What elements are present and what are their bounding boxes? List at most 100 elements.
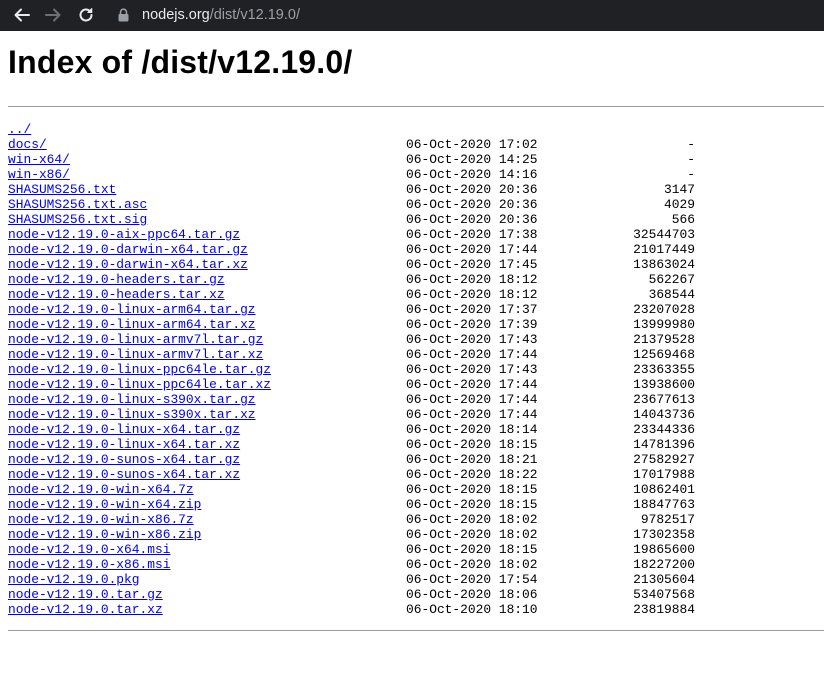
list-item: node-v12.19.0.tar.xz 06-Oct-2020 18:10 238…	[8, 602, 728, 617]
reload-icon[interactable]	[75, 4, 97, 26]
file-date: 06-Oct-2020 18:10	[406, 602, 538, 617]
browser-toolbar: nodejs.org/dist/v12.19.0/	[0, 0, 824, 31]
file-link[interactable]: node-v12.19.0-linux-arm64.tar.gz	[8, 302, 256, 317]
file-size: 368544	[648, 287, 695, 302]
file-size: 17302358	[633, 527, 695, 542]
file-link[interactable]: node-v12.19.0-win-x86.zip	[8, 527, 201, 542]
arrow-left-icon[interactable]	[11, 4, 33, 26]
file-link[interactable]: node-v12.19.0-linux-arm64.tar.xz	[8, 317, 256, 332]
file-date: 06-Oct-2020 18:12	[406, 287, 538, 302]
list-item: node-v12.19.0-aix-ppc64.tar.gz 06-Oct-202…	[8, 227, 728, 242]
file-size: 13999980	[633, 317, 695, 332]
file-size: -	[687, 137, 695, 152]
list-item: node-v12.19.0-darwin-x64.tar.xz 06-Oct-20…	[8, 257, 728, 272]
file-link[interactable]: node-v12.19.0.pkg	[8, 572, 140, 587]
file-date: 06-Oct-2020 17:44	[406, 347, 538, 362]
file-link[interactable]: node-v12.19.0-linux-s390x.tar.xz	[8, 407, 256, 422]
file-date: 06-Oct-2020 17:39	[406, 317, 538, 332]
file-link[interactable]: node-v12.19.0-linux-x64.tar.xz	[8, 437, 240, 452]
file-date: 06-Oct-2020 17:45	[406, 257, 538, 272]
file-size: 53407568	[633, 587, 695, 602]
file-link[interactable]: node-v12.19.0-sunos-x64.tar.gz	[8, 452, 240, 467]
lock-icon[interactable]	[118, 7, 132, 23]
file-link[interactable]: win-x86/	[8, 167, 70, 182]
file-size: 18227200	[633, 557, 695, 572]
file-link[interactable]: node-v12.19.0-linux-armv7l.tar.gz	[8, 332, 263, 347]
file-date: 06-Oct-2020 18:21	[406, 452, 538, 467]
file-size: 21305604	[633, 572, 695, 587]
file-size: 14781396	[633, 437, 695, 452]
file-link[interactable]: SHASUMS256.txt.asc	[8, 197, 147, 212]
file-link[interactable]: node-v12.19.0-linux-s390x.tar.gz	[8, 392, 256, 407]
list-item: node-v12.19.0-linux-armv7l.tar.gz 06-Oct-…	[8, 332, 728, 347]
list-item: node-v12.19.0-linux-arm64.tar.gz 06-Oct-2…	[8, 302, 728, 317]
list-item: node-v12.19.0-linux-s390x.tar.gz 06-Oct-2…	[8, 392, 728, 407]
file-date: 06-Oct-2020 20:36	[406, 197, 538, 212]
file-link[interactable]: node-v12.19.0.tar.xz	[8, 602, 163, 617]
list-item: docs/06-Oct-2020 17:02 -	[8, 137, 728, 152]
list-item: node-v12.19.0-sunos-x64.tar.gz 06-Oct-202…	[8, 452, 728, 467]
file-date: 06-Oct-2020 17:44	[406, 407, 538, 422]
list-item: node-v12.19.0-linux-ppc64le.tar.xz 06-Oct…	[8, 377, 728, 392]
divider-top	[8, 106, 824, 107]
file-size: 19865600	[633, 542, 695, 557]
file-size: 13863024	[633, 257, 695, 272]
list-item: SHASUMS256.txt 06-Oct-2020 20:36 3147	[8, 182, 728, 197]
url-host: nodejs.org	[142, 7, 210, 23]
list-item: node-v12.19.0-headers.tar.gz 06-Oct-2020 …	[8, 272, 728, 287]
file-link[interactable]: node-v12.19.0-darwin-x64.tar.gz	[8, 242, 248, 257]
file-size: 21017449	[633, 242, 695, 257]
file-link[interactable]: node-v12.19.0-linux-ppc64le.tar.gz	[8, 362, 271, 377]
file-size: 10862401	[633, 482, 695, 497]
list-item: node-v12.19.0-headers.tar.xz 06-Oct-2020 …	[8, 287, 728, 302]
file-link[interactable]: node-v12.19.0-x86.msi	[8, 557, 170, 572]
file-link[interactable]: SHASUMS256.txt	[8, 182, 116, 197]
file-size: 13938600	[633, 377, 695, 392]
file-date: 06-Oct-2020 18:02	[406, 527, 538, 542]
file-size: 3147	[664, 182, 695, 197]
file-link[interactable]: node-v12.19.0-linux-ppc64le.tar.xz	[8, 377, 271, 392]
list-item: node-v12.19.0-linux-ppc64le.tar.gz 06-Oct…	[8, 362, 728, 377]
url-path: /dist/v12.19.0/	[209, 7, 300, 23]
list-item: win-x64/06-Oct-2020 14:25 -	[8, 152, 728, 167]
list-item: node-v12.19.0-win-x86.7z 06-Oct-2020 18:0…	[8, 512, 728, 527]
file-link[interactable]: node-v12.19.0-darwin-x64.tar.xz	[8, 257, 248, 272]
file-link[interactable]: SHASUMS256.txt.sig	[8, 212, 147, 227]
file-size: 23819884	[633, 602, 695, 617]
list-item: node-v12.19.0.tar.gz 06-Oct-2020 18:06 534…	[8, 587, 728, 602]
file-size: 9782517	[640, 512, 695, 527]
list-item: node-v12.19.0-linux-armv7l.tar.xz 06-Oct-…	[8, 347, 728, 362]
file-link[interactable]: node-v12.19.0.tar.gz	[8, 587, 163, 602]
file-link[interactable]: node-v12.19.0-linux-x64.tar.gz	[8, 422, 240, 437]
file-date: 06-Oct-2020 17:43	[406, 332, 538, 347]
file-link[interactable]: node-v12.19.0-sunos-x64.tar.xz	[8, 467, 240, 482]
arrow-right-icon[interactable]	[42, 4, 64, 26]
file-link[interactable]: node-v12.19.0-win-x64.7z	[8, 482, 194, 497]
file-link[interactable]: node-v12.19.0-x64.msi	[8, 542, 170, 557]
file-size: 14043736	[633, 407, 695, 422]
file-link[interactable]: node-v12.19.0-aix-ppc64.tar.gz	[8, 227, 240, 242]
file-size: 12569468	[633, 347, 695, 362]
file-date: 06-Oct-2020 18:22	[406, 467, 538, 482]
file-link[interactable]: node-v12.19.0-linux-armv7l.tar.xz	[8, 347, 263, 362]
file-link[interactable]: node-v12.19.0-headers.tar.xz	[8, 287, 225, 302]
file-date: 06-Oct-2020 17:44	[406, 242, 538, 257]
divider-bottom	[8, 630, 824, 631]
list-item: SHASUMS256.txt.sig 06-Oct-2020 20:36 566	[8, 212, 728, 227]
file-link[interactable]: win-x64/	[8, 152, 70, 167]
url-text[interactable]: nodejs.org/dist/v12.19.0/	[142, 7, 300, 23]
file-date: 06-Oct-2020 18:02	[406, 557, 538, 572]
address-bar[interactable]: nodejs.org/dist/v12.19.0/	[112, 4, 820, 26]
file-link[interactable]: docs/	[8, 137, 47, 152]
file-link[interactable]: node-v12.19.0-win-x64.zip	[8, 497, 201, 512]
list-item: node-v12.19.0-linux-x64.tar.gz 06-Oct-202…	[8, 422, 728, 437]
file-date: 06-Oct-2020 17:54	[406, 572, 538, 587]
file-link[interactable]: node-v12.19.0-headers.tar.gz	[8, 272, 225, 287]
file-size: 4029	[664, 197, 695, 212]
file-link[interactable]: ../	[8, 122, 31, 137]
file-size: 21379528	[633, 332, 695, 347]
list-item: ../	[8, 122, 728, 137]
file-size: -	[687, 152, 695, 167]
file-link[interactable]: node-v12.19.0-win-x86.7z	[8, 512, 194, 527]
file-date: 06-Oct-2020 18:02	[406, 512, 538, 527]
